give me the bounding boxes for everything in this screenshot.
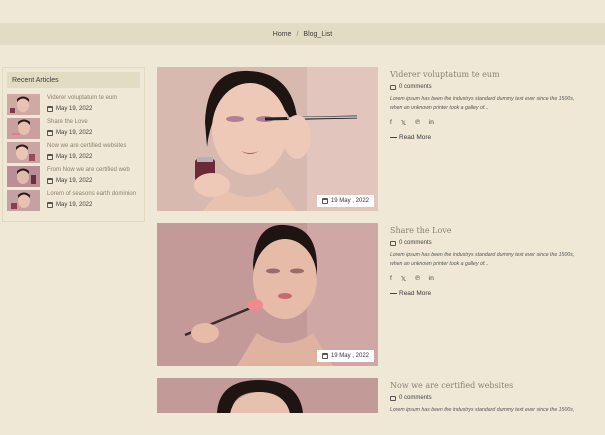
post-title[interactable]: Share the Love bbox=[390, 226, 605, 235]
post-excerpt: Lorem ipsum has been the industrys stand… bbox=[390, 251, 605, 269]
post-comments-count[interactable]: 0 comments bbox=[399, 84, 432, 90]
recent-article-title[interactable]: Viderer voluptatum te eum bbox=[47, 95, 117, 101]
post-date-badge: 19 May , 2022 bbox=[316, 195, 374, 207]
social-share: f 𝕏 ℗ in bbox=[390, 275, 605, 283]
twitter-icon[interactable]: 𝕏 bbox=[401, 119, 406, 127]
post-summary: Viderer voluptatum te eum 0 comments Lor… bbox=[390, 70, 605, 141]
post-excerpt-line: when an unknown printer took a galley of… bbox=[390, 105, 489, 111]
calendar-icon bbox=[321, 353, 328, 359]
article-thumbnail[interactable] bbox=[7, 142, 40, 163]
dash-icon bbox=[390, 293, 397, 294]
recent-article-date: May 19, 2022 bbox=[56, 178, 93, 184]
post-comments-count[interactable]: 0 comments bbox=[399, 240, 432, 246]
breadcrumb-home-link[interactable]: Home bbox=[273, 31, 292, 38]
post-summary: Now we are certified websites 0 comments… bbox=[390, 381, 605, 415]
breadcrumb-separator: / bbox=[296, 30, 299, 38]
post-photo[interactable] bbox=[157, 378, 378, 413]
comment-icon bbox=[390, 240, 396, 246]
calendar-icon bbox=[47, 202, 53, 208]
calendar-icon bbox=[47, 178, 53, 184]
recent-article-date: May 19, 2022 bbox=[56, 202, 93, 208]
article-thumbnail[interactable] bbox=[7, 118, 40, 139]
twitter-icon[interactable]: 𝕏 bbox=[401, 275, 406, 283]
sidebar-title: Recent Articles bbox=[7, 72, 140, 88]
linkedin-icon[interactable]: in bbox=[429, 275, 434, 283]
read-more-link[interactable]: Read More bbox=[390, 134, 605, 141]
facebook-icon[interactable]: f bbox=[390, 119, 392, 127]
post-date-text: 19 May , 2022 bbox=[330, 198, 369, 204]
recent-article-item[interactable]: Viderer voluptatum te eum May 19, 2022 bbox=[7, 94, 142, 116]
recent-article-date: May 19, 2022 bbox=[56, 130, 93, 136]
recent-article-title[interactable]: Now we are certified websites bbox=[47, 143, 126, 149]
recent-article-item[interactable]: From Now we are certified web May 19, 20… bbox=[7, 166, 142, 188]
pinterest-icon[interactable]: ℗ bbox=[415, 275, 420, 283]
recent-articles-sidebar: Recent Articles Viderer voluptatum te eu… bbox=[2, 67, 145, 222]
post-image[interactable]: 19 May , 2022 bbox=[157, 67, 378, 211]
post-comments-count[interactable]: 0 comments bbox=[399, 395, 432, 401]
read-more-label[interactable]: Read More bbox=[399, 134, 431, 141]
calendar-icon bbox=[47, 130, 53, 136]
facebook-icon[interactable]: f bbox=[390, 275, 392, 283]
social-share: f 𝕏 ℗ in bbox=[390, 119, 605, 127]
breadcrumb: Home / Blog_List bbox=[0, 23, 605, 45]
post-excerpt-line: when an unknown printer took a galley of… bbox=[390, 261, 489, 267]
calendar-icon bbox=[321, 198, 328, 204]
post-title[interactable]: Now we are certified websites bbox=[390, 381, 605, 390]
dash-icon bbox=[390, 137, 397, 138]
post-image[interactable]: 19 May , 2022 bbox=[157, 223, 378, 366]
recent-article-item[interactable]: Lorem of seasons earth dominion May 19, … bbox=[7, 190, 142, 212]
linkedin-icon[interactable]: in bbox=[429, 119, 434, 127]
article-thumbnail[interactable] bbox=[7, 166, 40, 187]
recent-article-date: May 19, 2022 bbox=[56, 154, 93, 160]
recent-article-date: May 19, 2022 bbox=[56, 106, 93, 112]
post-excerpt-line: Lorem ipsum has been the industrys stand… bbox=[390, 252, 575, 258]
article-thumbnail[interactable] bbox=[7, 94, 40, 115]
post-excerpt: Lorem ipsum has been the industrys stand… bbox=[390, 95, 605, 113]
post-summary: Share the Love 0 comments Lorem ipsum ha… bbox=[390, 226, 605, 297]
breadcrumb-current: Blog_List bbox=[303, 30, 333, 38]
post-date-badge: 19 May , 2022 bbox=[316, 350, 374, 362]
post-excerpt: Lorem ipsum has been the industrys stand… bbox=[390, 406, 605, 415]
article-thumbnail[interactable] bbox=[7, 190, 40, 211]
recent-article-title[interactable]: From Now we are certified web bbox=[47, 167, 130, 173]
post-date-text: 19 May , 2022 bbox=[330, 353, 369, 359]
post-image[interactable] bbox=[157, 378, 378, 413]
comment-icon bbox=[390, 84, 396, 90]
recent-article-item[interactable]: Share the Love May 19, 2022 bbox=[7, 118, 142, 140]
recent-article-title[interactable]: Share the Love bbox=[47, 119, 92, 125]
read-more-link[interactable]: Read More bbox=[390, 290, 605, 297]
post-title[interactable]: Viderer voluptatum te eum bbox=[390, 70, 605, 79]
read-more-label[interactable]: Read More bbox=[399, 290, 431, 297]
recent-article-title[interactable]: Lorem of seasons earth dominion bbox=[47, 191, 136, 197]
post-excerpt-line: Lorem ipsum has been the industrys stand… bbox=[390, 96, 575, 102]
calendar-icon bbox=[47, 154, 53, 160]
post-photo[interactable] bbox=[157, 223, 378, 366]
post-excerpt-line: Lorem ipsum has been the industrys stand… bbox=[390, 407, 575, 413]
recent-article-item[interactable]: Now we are certified websites May 19, 20… bbox=[7, 142, 142, 164]
pinterest-icon[interactable]: ℗ bbox=[415, 119, 420, 127]
comment-icon bbox=[390, 395, 396, 401]
calendar-icon bbox=[47, 106, 53, 112]
post-photo[interactable] bbox=[157, 67, 378, 211]
